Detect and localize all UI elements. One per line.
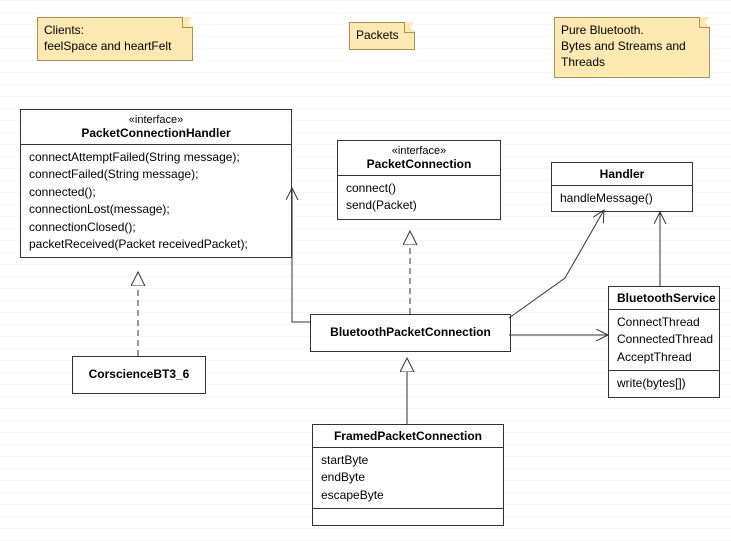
note-packets: Packets [349, 22, 415, 50]
class-framedpacketconnection: FramedPacketConnection startByte endByte… [312, 424, 504, 526]
class-name: PacketConnectionHandler [29, 126, 283, 140]
methods [313, 509, 503, 525]
class-name: CorscienceBT3_6 [81, 367, 197, 381]
attribute: endByte [321, 469, 495, 486]
attribute: ConnectThread [617, 314, 711, 331]
class-name: PacketConnection [346, 157, 492, 171]
attribute: AcceptThread [617, 349, 711, 366]
class-name: BluetoothService [617, 291, 711, 305]
class-bluetoothservice: BluetoothService ConnectThread Connected… [608, 286, 720, 398]
class-handler: Handler handleMessage() [551, 162, 693, 212]
method: connect() [346, 180, 492, 197]
class-head: BluetoothService [609, 287, 719, 310]
class-packetconnection: «interface» PacketConnection connect() s… [337, 140, 501, 220]
attribute: startByte [321, 452, 495, 469]
stereotype: «interface» [29, 114, 283, 126]
class-head: «interface» PacketConnectionHandler [21, 110, 291, 145]
note-text: Pure Bluetooth.Bytes and Streams andThre… [561, 23, 686, 69]
class-head: Handler [552, 163, 692, 186]
note-text: Clients:feelSpace and heartFelt [44, 23, 171, 53]
method: handleMessage() [560, 190, 684, 207]
methods: handleMessage() [552, 186, 692, 211]
attributes: ConnectThread ConnectedThread AcceptThre… [609, 310, 719, 371]
method: send(Packet) [346, 197, 492, 214]
methods: connectAttemptFailed(String message); co… [21, 145, 291, 257]
method: packetReceived(Packet receivedPacket); [29, 236, 283, 253]
class-head: FramedPacketConnection [313, 425, 503, 448]
class-packetconnectionhandler: «interface» PacketConnectionHandler conn… [20, 109, 292, 258]
method: connectAttemptFailed(String message); [29, 149, 283, 166]
class-name: Handler [560, 167, 684, 181]
class-name: BluetoothPacketConnection [319, 325, 502, 339]
attribute: ConnectedThread [617, 331, 711, 348]
note-bluetooth: Pure Bluetooth.Bytes and Streams andThre… [554, 17, 710, 78]
class-head: CorscienceBT3_6 [73, 357, 205, 393]
method: connectionLost(message); [29, 201, 283, 218]
class-head: «interface» PacketConnection [338, 141, 500, 176]
note-clients: Clients:feelSpace and heartFelt [37, 17, 193, 61]
stereotype: «interface» [346, 145, 492, 157]
class-bluetoothpacketconnection: BluetoothPacketConnection [310, 314, 511, 352]
method: connected(); [29, 184, 283, 201]
method: connectFailed(String message); [29, 166, 283, 183]
attribute: escapeByte [321, 487, 495, 504]
method: connectionClosed(); [29, 219, 283, 236]
class-name: FramedPacketConnection [321, 429, 495, 443]
attributes: startByte endByte escapeByte [313, 448, 503, 509]
methods: write(bytes[]) [609, 371, 719, 396]
note-text: Packets [356, 28, 399, 42]
methods: connect() send(Packet) [338, 176, 500, 219]
class-corsciencebt36: CorscienceBT3_6 [72, 356, 206, 394]
class-head: BluetoothPacketConnection [311, 315, 510, 351]
method: write(bytes[]) [617, 375, 711, 392]
